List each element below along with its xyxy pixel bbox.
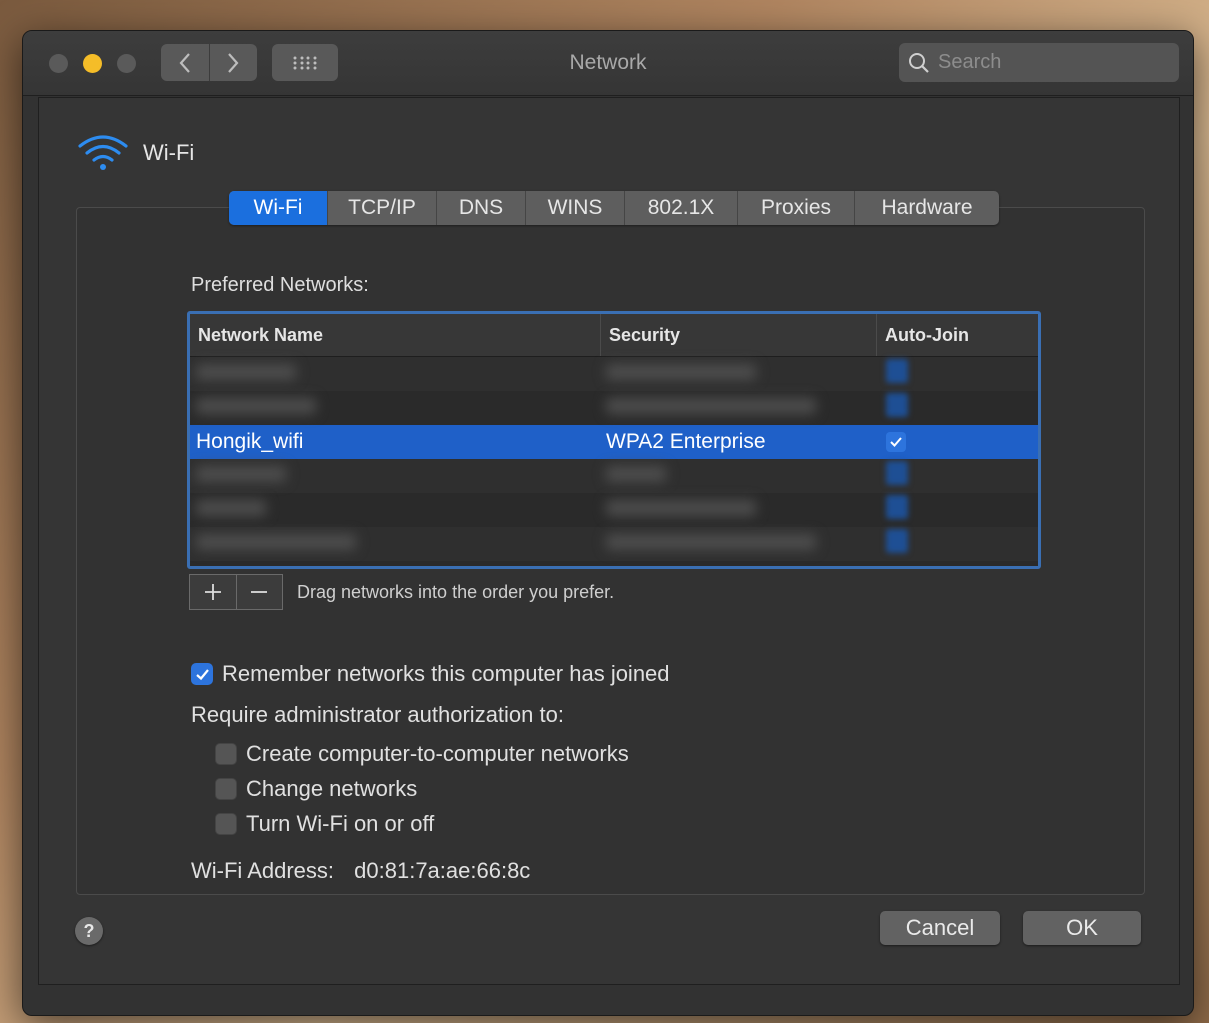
chevron-left-icon (179, 52, 190, 73)
require-admin-label: Require administrator authorization to: (191, 702, 564, 727)
remember-networks-checkbox[interactable] (191, 663, 213, 685)
wifi-address-value: d0:81:7a:ae:66:8c (354, 858, 531, 883)
network-name-cell: Hongik_wifi (196, 430, 304, 453)
show-all-button[interactable] (272, 44, 338, 81)
table-row[interactable] (190, 357, 1038, 391)
minus-icon (251, 591, 268, 593)
tab-wifi[interactable]: Wi-Fi (229, 191, 328, 225)
change-networks-option[interactable]: Change networks (215, 776, 417, 802)
content-area: Wi-Fi Wi-Fi TCP/IP DNS WINS 802.1X Proxi… (38, 97, 1180, 985)
minimize-button[interactable] (83, 54, 102, 73)
ok-button[interactable]: OK (1023, 911, 1141, 945)
title-bar: Network (23, 31, 1193, 96)
checkmark-icon (195, 668, 209, 680)
create-networks-label: Create computer-to-computer networks (246, 741, 629, 766)
preferred-networks-label: Preferred Networks: (191, 274, 369, 296)
table-row[interactable] (190, 493, 1038, 527)
change-networks-checkbox[interactable] (215, 778, 237, 800)
add-remove-control (189, 574, 283, 610)
column-network-name[interactable]: Network Name (190, 314, 600, 356)
table-row[interactable] (190, 391, 1038, 425)
tab-wins[interactable]: WINS (526, 191, 625, 225)
security-cell: WPA2 Enterprise (606, 430, 766, 453)
toggle-wifi-checkbox[interactable] (215, 813, 237, 835)
column-security[interactable]: Security (600, 314, 876, 356)
remove-network-button[interactable] (235, 575, 283, 609)
search-field[interactable] (899, 43, 1179, 82)
toggle-wifi-option[interactable]: Turn Wi-Fi on or off (215, 811, 434, 837)
table-header: Network Name Security Auto-Join (190, 314, 1038, 357)
chevron-right-icon (228, 52, 239, 73)
table-row-selected[interactable]: Hongik_wifi WPA2 Enterprise (190, 425, 1038, 459)
toggle-wifi-label: Turn Wi-Fi on or off (246, 811, 435, 836)
help-button[interactable]: ? (75, 917, 103, 945)
tab-dns[interactable]: DNS (437, 191, 526, 225)
back-button[interactable] (161, 44, 209, 81)
network-window: Network Search Wi-Fi Wi-Fi TCP/IP DNS WI… (22, 30, 1194, 1016)
close-button[interactable] (49, 54, 68, 73)
tab-8021x[interactable]: 802.1X (625, 191, 738, 225)
column-auto-join[interactable]: Auto-Join (876, 314, 1032, 356)
search-input[interactable] (936, 50, 1170, 75)
checkmark-icon (890, 437, 902, 447)
add-network-button[interactable] (190, 575, 236, 609)
zoom-button[interactable] (117, 54, 136, 73)
tab-hardware[interactable]: Hardware (855, 191, 999, 225)
wifi-icon (78, 135, 128, 170)
back-forward-buttons (161, 44, 257, 81)
cancel-button[interactable]: Cancel (880, 911, 1000, 945)
tab-tcpip[interactable]: TCP/IP (328, 191, 437, 225)
drag-hint-text: Drag networks into the order you prefer. (297, 582, 615, 602)
wifi-address-label: Wi-Fi Address: (191, 858, 335, 883)
remember-networks-option[interactable]: Remember networks this computer has join… (191, 661, 670, 687)
preferred-networks-table[interactable]: Network Name Security Auto-Join Hongik_w… (187, 311, 1041, 569)
service-header: Wi-Fi (77, 134, 194, 172)
table-row[interactable] (190, 459, 1038, 493)
tab-proxies[interactable]: Proxies (738, 191, 855, 225)
grid-icon (293, 56, 317, 69)
remember-networks-label: Remember networks this computer has join… (222, 661, 670, 686)
search-icon (909, 52, 929, 73)
wifi-address: Wi-Fi Address: d0:81:7a:ae:66:8c (191, 858, 530, 884)
tab-bar: Wi-Fi TCP/IP DNS WINS 802.1X Proxies Har… (229, 191, 999, 225)
forward-button[interactable] (208, 44, 258, 81)
create-networks-checkbox[interactable] (215, 743, 237, 765)
plus-icon (204, 584, 221, 600)
auto-join-checkbox[interactable] (886, 432, 906, 452)
table-row[interactable] (190, 527, 1038, 561)
change-networks-label: Change networks (246, 776, 418, 801)
service-title: Wi-Fi (143, 140, 195, 165)
create-networks-option[interactable]: Create computer-to-computer networks (215, 741, 629, 767)
